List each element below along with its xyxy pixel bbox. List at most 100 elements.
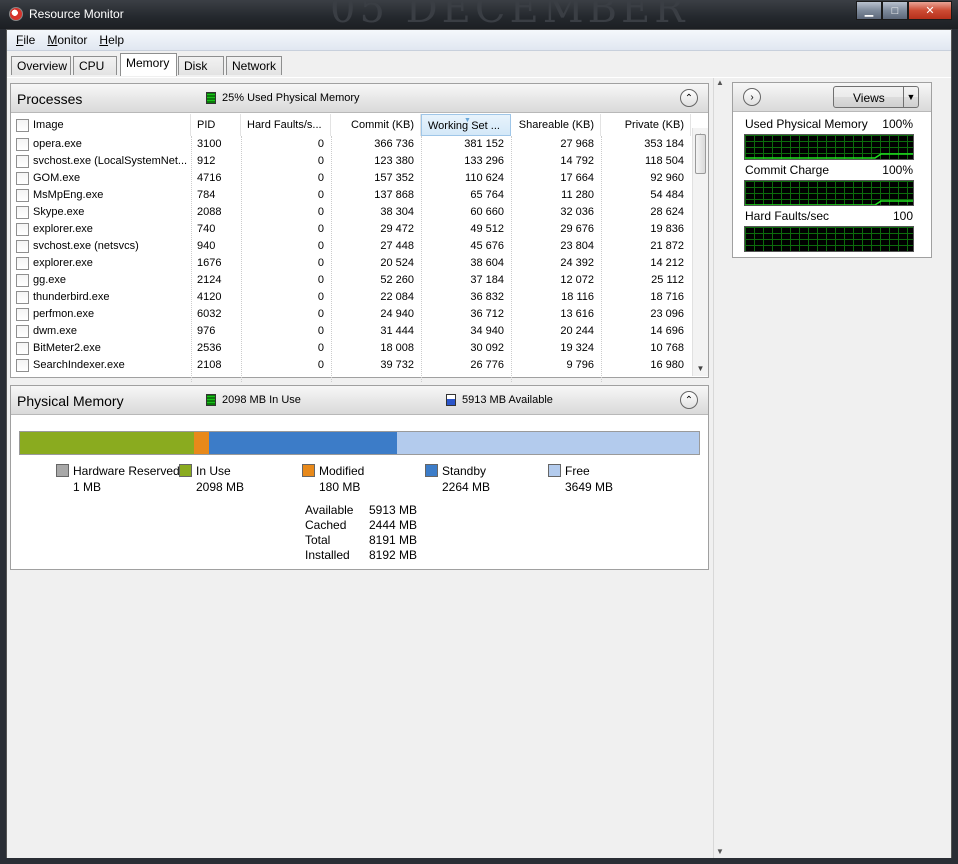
graph-title: Commit Charge — [745, 163, 830, 177]
legend-value: 1 MB — [73, 480, 102, 494]
row-checkbox[interactable] — [16, 274, 29, 287]
cell-working-set: 26 776 — [470, 359, 504, 371]
available-icon — [446, 394, 456, 406]
column-shareable[interactable]: Shareable (KB) — [511, 114, 601, 136]
chevron-down-icon[interactable]: ▼ — [903, 87, 918, 107]
row-checkbox[interactable] — [16, 206, 29, 219]
cell-shareable: 27 968 — [560, 138, 594, 150]
legend-value: 3649 MB — [565, 480, 614, 494]
row-checkbox[interactable] — [16, 138, 29, 151]
cell-hard-faults: 0 — [317, 359, 324, 371]
views-dropdown[interactable]: Views ▼ — [833, 86, 919, 108]
cell-hard-faults: 0 — [317, 325, 324, 337]
tab-disk[interactable]: Disk — [178, 56, 224, 75]
table-row[interactable]: SearchIndexer.exe 2108 0 39 732 26 776 9 796 1… — [11, 357, 696, 374]
row-checkbox[interactable] — [16, 291, 29, 304]
column-working-set[interactable]: ▼ Working Set ... — [421, 114, 511, 136]
scroll-down-arrow-icon[interactable]: ▼ — [693, 361, 708, 376]
minimize-button[interactable]: ▁ — [856, 1, 882, 20]
maximize-button[interactable]: □ — [882, 1, 908, 20]
row-checkbox[interactable] — [16, 240, 29, 253]
tab-overview[interactable]: Overview — [11, 56, 71, 75]
cell-hard-faults: 0 — [317, 308, 324, 320]
graph-used-physical-memory: Used Physical Memory 100% — [744, 117, 914, 160]
row-checkbox[interactable] — [16, 257, 29, 270]
stat-value: 8191 MB — [369, 533, 418, 547]
menu-monitor[interactable]: Monitor — [41, 33, 93, 47]
memory-bar-segment-standby — [208, 432, 397, 454]
table-row[interactable]: perfmon.exe 6032 0 24 940 36 712 13 616 23 096 — [11, 306, 696, 323]
physical-memory-collapse-button[interactable]: ⌃ — [680, 391, 698, 409]
row-checkbox[interactable] — [16, 189, 29, 202]
row-checkbox[interactable] — [16, 359, 29, 372]
process-rows: opera.exe 3100 0 366 736 381 152 27 968 353 18… — [11, 136, 696, 374]
title-bar: 05 DECEMBER Resource Monitor ▁ □ ✕ — [0, 0, 958, 32]
table-row[interactable]: thunderbird.exe 4120 0 22 084 36 832 18 116 18… — [11, 289, 696, 306]
collapse-graphs-button[interactable]: › — [743, 88, 761, 106]
resource-monitor-app-icon[interactable] — [9, 7, 23, 21]
cell-working-set: 381 152 — [464, 138, 504, 150]
row-checkbox[interactable] — [16, 223, 29, 236]
cell-commit: 366 736 — [374, 138, 414, 150]
table-row[interactable]: svchost.exe (LocalSystemNet... 912 0 123 38… — [11, 153, 696, 170]
scroll-up-arrow-icon[interactable]: ▲ — [714, 78, 726, 87]
column-image[interactable]: Image — [11, 114, 191, 136]
cell-private: 353 184 — [644, 138, 684, 150]
table-row[interactable]: explorer.exe 1676 0 20 524 38 604 24 392 14 21… — [11, 255, 696, 272]
select-all-checkbox[interactable] — [16, 119, 29, 132]
table-row[interactable]: gg.exe 2124 0 52 260 37 184 12 072 25 112 — [11, 272, 696, 289]
table-row[interactable]: BitMeter2.exe 2536 0 18 008 30 092 19 324 10 7… — [11, 340, 696, 357]
tab-network[interactable]: Network — [226, 56, 282, 75]
column-pid[interactable]: PID — [191, 114, 241, 136]
table-row[interactable]: GOM.exe 4716 0 157 352 110 624 17 664 92 960 — [11, 170, 696, 187]
cell-pid: 912 — [197, 155, 216, 167]
cell-hard-faults: 0 — [317, 342, 324, 354]
cell-image: Skype.exe — [33, 206, 85, 218]
tab-memory[interactable]: Memory — [120, 53, 177, 76]
table-row[interactable]: MsMpEng.exe 784 0 137 868 65 764 11 280 54 484 — [11, 187, 696, 204]
row-checkbox[interactable] — [16, 342, 29, 355]
cell-private: 19 836 — [650, 223, 684, 235]
cell-commit: 29 472 — [380, 223, 414, 235]
main-scrollbar[interactable]: ▲ ▼ — [713, 78, 725, 858]
cell-pid: 1676 — [197, 257, 222, 269]
column-private[interactable]: Private (KB) — [601, 114, 691, 136]
cell-shareable: 19 324 — [560, 342, 594, 354]
table-row[interactable]: svchost.exe (netsvcs) 940 0 27 448 45 676 23 … — [11, 238, 696, 255]
cell-shareable: 18 116 — [561, 291, 594, 303]
processes-title: Processes — [17, 91, 83, 107]
cell-pid: 740 — [197, 223, 216, 235]
cell-commit: 123 380 — [374, 155, 414, 167]
table-row[interactable]: dwm.exe 976 0 31 444 34 940 20 244 14 696 — [11, 323, 696, 340]
table-row[interactable]: Skype.exe 2088 0 38 304 60 660 32 036 28 624 — [11, 204, 696, 221]
close-button[interactable]: ✕ — [908, 1, 952, 20]
processes-scrollbar[interactable]: ▲ ▼ — [692, 128, 708, 376]
cell-working-set: 36 832 — [470, 291, 504, 303]
row-checkbox[interactable] — [16, 172, 29, 185]
scroll-down-arrow-icon[interactable]: ▼ — [714, 847, 726, 856]
row-checkbox[interactable] — [16, 308, 29, 321]
cell-pid: 940 — [197, 240, 216, 252]
physical-memory-title: Physical Memory — [17, 393, 124, 409]
physical-memory-header[interactable]: Physical Memory 2098 MB In Use 5913 MB A… — [11, 386, 708, 415]
table-row[interactable]: opera.exe 3100 0 366 736 381 152 27 968 353 18… — [11, 136, 696, 153]
table-row[interactable]: explorer.exe 740 0 29 472 49 512 29 676 19 836 — [11, 221, 696, 238]
row-checkbox[interactable] — [16, 325, 29, 338]
column-hard-faults[interactable]: Hard Faults/s... — [241, 114, 331, 136]
cell-private: 118 504 — [645, 155, 684, 167]
graph-scale: 100% — [882, 163, 913, 177]
column-commit[interactable]: Commit (KB) — [331, 114, 421, 136]
menu-file[interactable]: File — [10, 33, 41, 47]
graph-scale: 100 — [892, 209, 913, 223]
processes-header[interactable]: Processes 25% Used Physical Memory ⌃ — [11, 84, 708, 113]
stat-label: Available — [305, 503, 354, 517]
row-checkbox[interactable] — [16, 155, 29, 168]
available-summary-text: 5913 MB Available — [462, 394, 553, 406]
tab-cpu[interactable]: CPU — [73, 56, 117, 75]
menu-help[interactable]: Help — [93, 33, 130, 47]
cell-commit: 27 448 — [380, 240, 414, 252]
processes-collapse-button[interactable]: ⌃ — [680, 89, 698, 107]
scroll-thumb[interactable] — [695, 134, 706, 174]
cell-private: 21 872 — [650, 240, 684, 252]
cell-image: dwm.exe — [33, 325, 78, 337]
